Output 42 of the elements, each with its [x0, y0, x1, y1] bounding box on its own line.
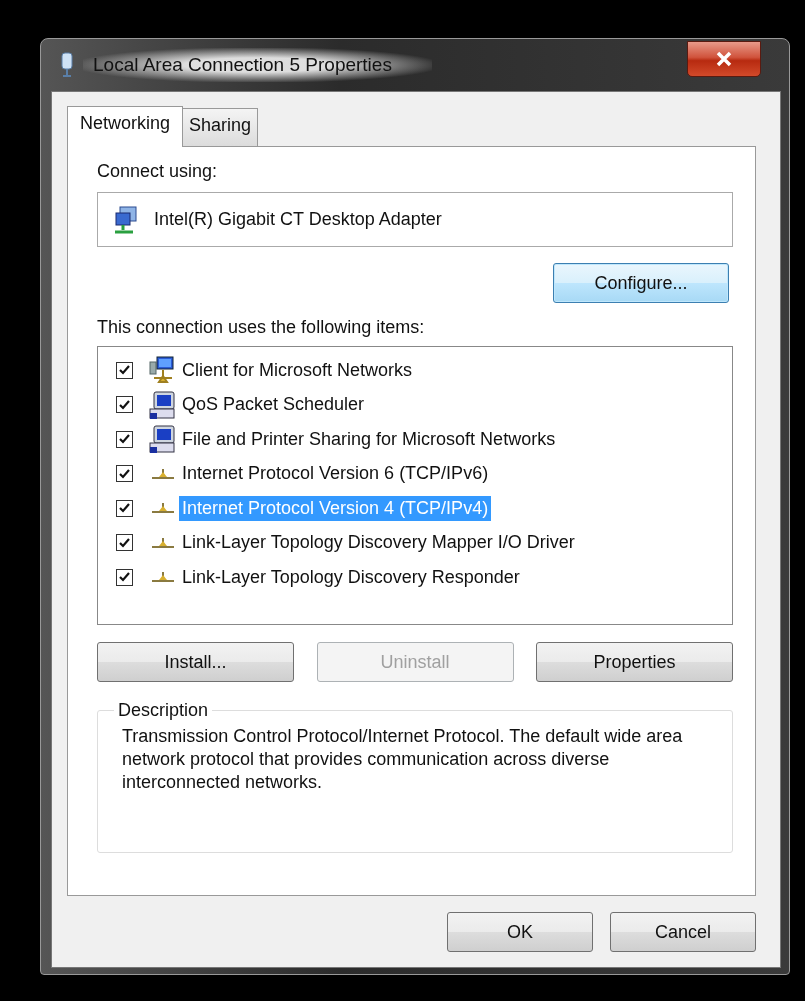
checkmark-icon — [119, 572, 130, 583]
checkmark-icon — [119, 365, 130, 376]
network-icon — [150, 466, 176, 481]
close-button[interactable] — [687, 41, 761, 77]
checkbox[interactable] — [116, 430, 133, 448]
network-plug-icon — [59, 52, 75, 78]
list-item[interactable]: Internet Protocol Version 6 (TCP/IPv6) — [179, 461, 492, 487]
action-button[interactable]: Properties — [536, 642, 733, 682]
network-icon — [150, 570, 176, 585]
configure-button[interactable]: Configure... — [553, 263, 729, 303]
adapter-name: Intel(R) Gigabit CT Desktop Adapter — [154, 209, 442, 230]
close-icon — [715, 51, 733, 67]
connect-using-label: Connect using: — [97, 161, 219, 182]
checkmark-icon — [119, 468, 130, 479]
items-label: This connection uses the following items: — [97, 317, 426, 338]
checkbox[interactable] — [116, 465, 133, 483]
checkbox[interactable] — [116, 396, 133, 414]
list-item[interactable]: Link-Layer Topology Discovery Responder — [179, 564, 523, 590]
checkmark-icon — [119, 503, 130, 514]
checkbox[interactable] — [116, 568, 133, 586]
tab[interactable]: Networking — [67, 106, 184, 147]
checkbox[interactable] — [116, 534, 133, 552]
window-title: Local Area Connection 5 Properties — [83, 48, 432, 82]
computer-icon — [148, 424, 178, 455]
action-button[interactable]: Install... — [97, 642, 294, 682]
list-item[interactable]: QoS Packet Scheduler — [179, 392, 368, 418]
computer-icon — [148, 389, 178, 420]
network-icon — [150, 535, 176, 550]
checkmark-icon — [119, 399, 130, 410]
checkbox[interactable] — [116, 499, 133, 517]
list-item[interactable]: Link-Layer Topology Discovery Mapper I/O Driver — [179, 530, 578, 556]
dialog-button[interactable]: Cancel — [610, 912, 756, 952]
description-legend: Description — [114, 700, 213, 721]
network-icon — [150, 501, 176, 516]
checkmark-icon — [119, 537, 130, 548]
checkbox[interactable] — [116, 361, 133, 379]
description-text: Transmission Control Protocol/Internet Protocol. The default wide area network protocol that provides communication across diverse interconnected networks. — [122, 725, 684, 794]
list-item[interactable]: Client for Microsoft Networks — [179, 357, 416, 383]
tab[interactable]: Sharing — [182, 108, 259, 146]
dialog-button[interactable]: OK — [447, 912, 593, 952]
checkmark-icon — [119, 434, 130, 445]
list-item[interactable]: File and Printer Sharing for Microsoft Networks — [179, 426, 559, 452]
